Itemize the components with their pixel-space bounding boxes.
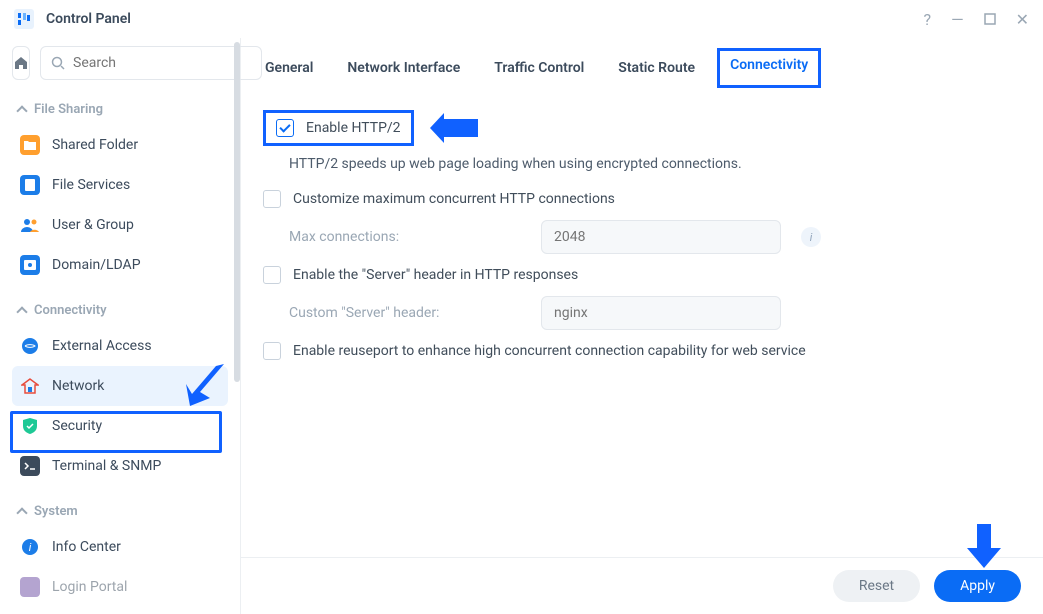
- titlebar: Control Panel ? — ✕: [0, 0, 1043, 38]
- sidebar-item-label: Terminal & SNMP: [52, 458, 161, 474]
- apply-button[interactable]: Apply: [934, 570, 1021, 602]
- tab-static-route[interactable]: Static Route: [616, 56, 697, 80]
- close-button[interactable]: ✕: [1016, 10, 1029, 29]
- help-button[interactable]: ?: [924, 10, 932, 29]
- home-icon: [13, 55, 29, 71]
- scrollbar-thumb[interactable]: [234, 42, 240, 382]
- enable-http2-row[interactable]: Enable HTTP/2: [263, 110, 414, 146]
- info-icon: i: [20, 537, 40, 557]
- terminal-icon: [20, 456, 40, 476]
- http2-description: HTTP/2 speeds up web page loading when u…: [263, 152, 1021, 184]
- sidebar-item-label: Domain/LDAP: [52, 257, 141, 273]
- chevron-up-icon: [16, 507, 27, 518]
- content-pane: General Network Interface Traffic Contro…: [240, 38, 1043, 614]
- shield-icon: [20, 416, 40, 436]
- max-connections-input: [541, 220, 781, 254]
- reset-button[interactable]: Reset: [833, 570, 920, 602]
- section-connectivity[interactable]: Connectivity: [12, 295, 228, 326]
- section-label: Connectivity: [34, 303, 107, 318]
- sidebar-item-domain-ldap[interactable]: Domain/LDAP: [12, 245, 228, 285]
- custom-server-label: Custom "Server" header:: [289, 305, 529, 321]
- minimize-button[interactable]: —: [951, 10, 964, 29]
- reuseport-checkbox[interactable]: [263, 342, 281, 360]
- sidebar-item-login-portal[interactable]: Login Portal: [12, 567, 228, 607]
- check-icon: [279, 121, 290, 132]
- folder-icon: [20, 135, 40, 155]
- sidebar-item-label: External Access: [52, 338, 152, 354]
- maximize-button[interactable]: [984, 10, 996, 29]
- sidebar-item-file-services[interactable]: File Services: [12, 165, 228, 205]
- window-title: Control Panel: [46, 11, 924, 27]
- login-portal-icon: [20, 577, 40, 597]
- section-label: System: [34, 504, 78, 519]
- chevron-up-icon: [16, 306, 27, 317]
- tab-general[interactable]: General: [263, 56, 315, 80]
- sidebar-item-external-access[interactable]: External Access: [12, 326, 228, 366]
- sidebar-item-info-center[interactable]: i Info Center: [12, 527, 228, 567]
- sidebar-item-label: Login Portal: [52, 579, 127, 595]
- tab-network-interface[interactable]: Network Interface: [345, 56, 462, 80]
- max-connections-label: Max connections:: [289, 229, 529, 245]
- svg-text:i: i: [29, 541, 32, 554]
- server-header-label: Enable the "Server" header in HTTP respo…: [293, 267, 578, 283]
- network-icon: [20, 376, 40, 396]
- sidebar-item-user-group[interactable]: User & Group: [12, 205, 228, 245]
- enable-http2-checkbox[interactable]: [276, 119, 294, 137]
- server-header-checkbox[interactable]: [263, 266, 281, 284]
- enable-http2-label: Enable HTTP/2: [306, 120, 401, 136]
- file-services-icon: [20, 175, 40, 195]
- sidebar-item-terminal-snmp[interactable]: Terminal & SNMP: [12, 446, 228, 486]
- tab-connectivity[interactable]: Connectivity: [717, 48, 821, 88]
- search-box[interactable]: [40, 46, 262, 80]
- chevron-up-icon: [16, 105, 27, 116]
- domain-ldap-icon: [20, 255, 40, 275]
- footer: Reset Apply: [241, 557, 1043, 614]
- reuseport-row[interactable]: Enable reuseport to enhance high concurr…: [263, 336, 1021, 366]
- sidebar-item-label: User & Group: [52, 217, 134, 233]
- sidebar-item-security[interactable]: Security: [12, 406, 228, 446]
- section-system[interactable]: System: [12, 496, 228, 527]
- server-header-row[interactable]: Enable the "Server" header in HTTP respo…: [263, 260, 1021, 290]
- section-label: File Sharing: [34, 102, 103, 117]
- control-panel-icon: [14, 9, 34, 29]
- user-group-icon: [20, 215, 40, 235]
- sidebar-item-label: Security: [52, 418, 102, 434]
- annotation-arrow-icon: [430, 113, 478, 143]
- info-badge-icon[interactable]: i: [801, 227, 821, 247]
- sidebar-item-shared-folder[interactable]: Shared Folder: [12, 125, 228, 165]
- tabs: General Network Interface Traffic Contro…: [241, 38, 1043, 90]
- customize-max-checkbox[interactable]: [263, 190, 281, 208]
- sidebar-item-label: File Services: [52, 177, 130, 193]
- custom-server-input: [541, 296, 781, 330]
- sidebar-item-label: Network: [52, 378, 104, 394]
- reuseport-label: Enable reuseport to enhance high concurr…: [293, 343, 806, 359]
- sidebar-item-network[interactable]: Network: [12, 366, 228, 406]
- customize-max-label: Customize maximum concurrent HTTP connec…: [293, 191, 615, 207]
- scrollbar[interactable]: [234, 38, 240, 614]
- external-access-icon: [20, 336, 40, 356]
- sidebar: File Sharing Shared Folder File Services…: [0, 38, 240, 614]
- section-file-sharing[interactable]: File Sharing: [12, 94, 228, 125]
- sidebar-item-label: Shared Folder: [52, 137, 138, 153]
- sidebar-item-label: Info Center: [52, 539, 121, 555]
- search-icon: [51, 56, 65, 70]
- customize-max-row[interactable]: Customize maximum concurrent HTTP connec…: [263, 184, 1021, 214]
- search-input[interactable]: [73, 55, 251, 71]
- home-button[interactable]: [12, 46, 30, 80]
- tab-traffic-control[interactable]: Traffic Control: [492, 56, 586, 80]
- annotation-arrow-icon: [967, 524, 1001, 568]
